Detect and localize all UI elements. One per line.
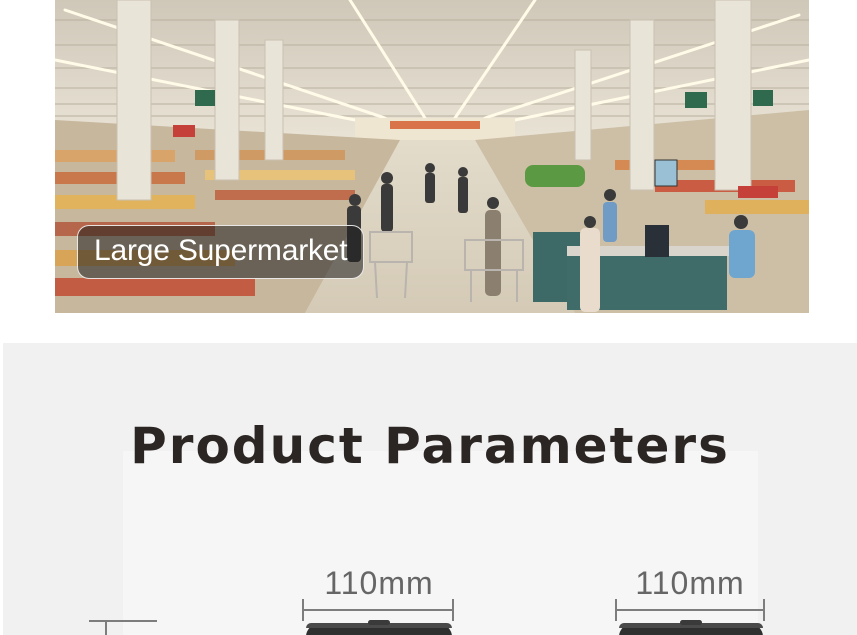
parameters-panel [123, 451, 758, 635]
product-1-width-right-tick [452, 599, 454, 621]
product-2-width-line [615, 609, 765, 611]
product-1-width-left-tick [302, 599, 304, 621]
product-2-width-left-tick [615, 599, 617, 621]
hero-image: Large Supermarket [55, 0, 809, 313]
product-2-image [619, 620, 763, 635]
height-dimension-tick [89, 620, 157, 622]
product-1-width-label: 110mm [324, 565, 434, 601]
section-title: Product Parameters [130, 417, 730, 475]
product-1-image [306, 620, 452, 635]
product-2-width-right-tick [763, 599, 765, 621]
scene-label: Large Supermarket [77, 225, 365, 279]
product-2-width-label: 110mm [635, 565, 745, 601]
height-dimension-line [105, 620, 107, 635]
product-1-width-line [302, 609, 454, 611]
product-parameters-section: Product Parameters 110mm 110mm [3, 343, 857, 635]
